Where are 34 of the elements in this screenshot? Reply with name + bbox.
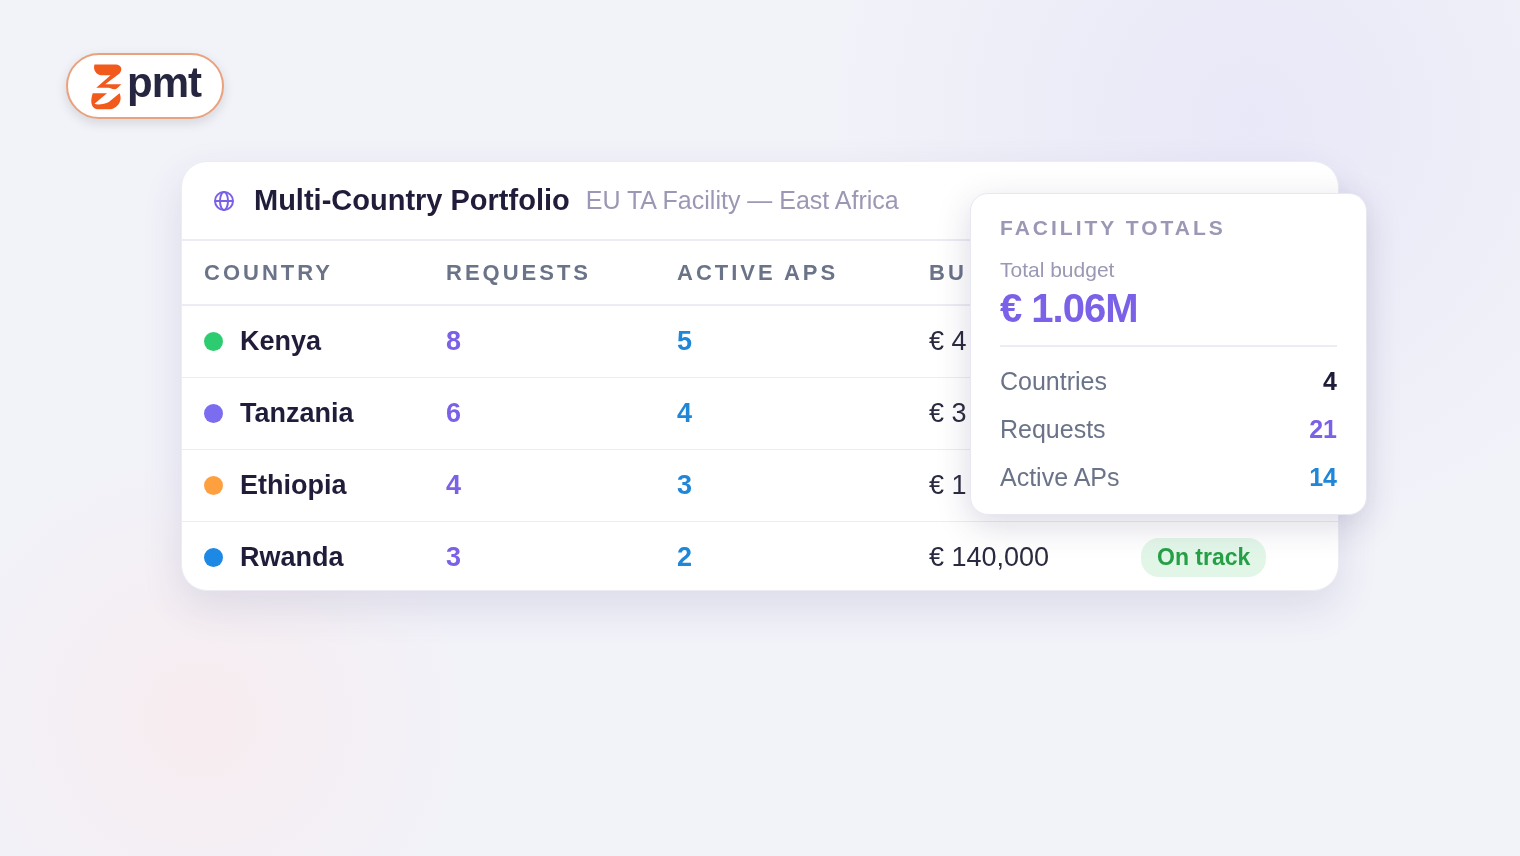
card-title: Multi-Country Portfolio [254,184,570,217]
column-header: BU [929,259,967,286]
card-subtitle: EU TA Facility — East Africa [585,186,899,215]
stat-label: Countries [1000,366,1107,396]
table-cell: 2 [677,542,693,573]
budget-label: Total budget [1000,258,1116,282]
table-cell: € 1 [929,470,967,501]
country-name: Ethiopia [240,470,347,501]
column-header: ACTIVE APS [677,259,839,286]
globe-icon [212,188,236,213]
table-cell: € 3 [929,398,967,429]
table-cell: 4 [677,398,693,429]
table-cell: 5 [677,326,693,357]
table-cell: 3 [677,470,693,501]
stat-label: Requests [1000,414,1106,444]
country-name: Kenya [240,326,322,357]
table-cell: € 4 [929,326,967,357]
table-cell: € 140,000 [929,542,1050,573]
panel-title: FACILITY TOTALS [1000,216,1227,240]
stat-value: 4 [1323,366,1337,396]
table-cell: 8 [446,326,462,357]
column-header: COUNTRY [204,259,333,286]
stat-value: 21 [1309,414,1337,444]
stat-value: 14 [1309,462,1337,492]
budget-value: € 1.06M [1000,286,1139,331]
table-cell: 6 [446,398,462,429]
table-cell: 3 [446,542,462,573]
table-cell: 4 [446,470,462,501]
stat-label: Active APs [1000,462,1120,492]
country-name: Tanzania [240,398,354,429]
country-name: Rwanda [240,542,344,573]
column-header: REQUESTS [446,259,592,286]
logo-text: pmt [127,62,201,104]
status-badge: On track [1141,538,1267,577]
